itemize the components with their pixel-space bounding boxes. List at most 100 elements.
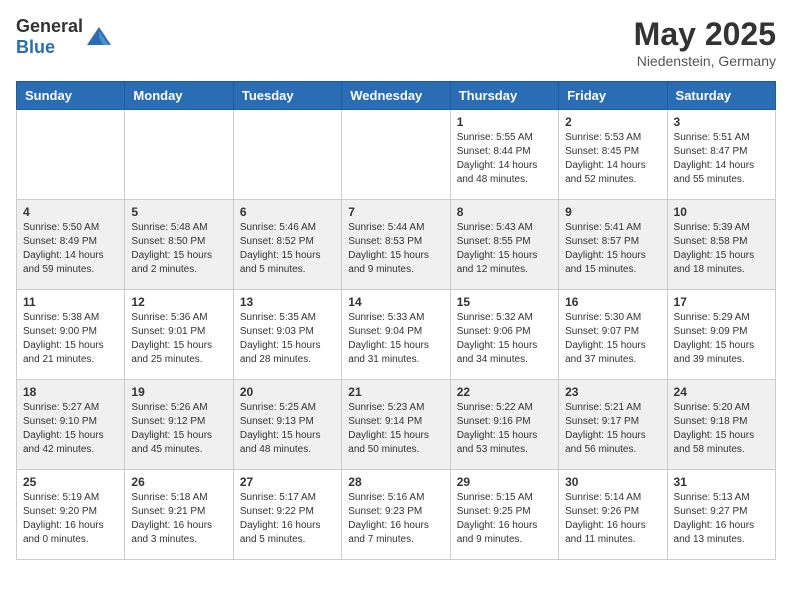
calendar-cell: 15 Sunrise: 5:32 AM Sunset: 9:06 PM Dayli… [450,290,558,380]
calendar-week-row: 4 Sunrise: 5:50 AM Sunset: 8:49 PM Daylig… [17,200,776,290]
calendar-cell: 12Sunrise: 5:36 AM Sunset: 9:01 PM Dayli… [125,290,233,380]
calendar-week-row: 11Sunrise: 5:38 AM Sunset: 9:00 PM Dayli… [17,290,776,380]
weekday-header-thursday: Thursday [450,82,558,110]
day-number: 18 [23,385,118,399]
calendar-cell: 9Sunrise: 5:41 AM Sunset: 8:57 PM Daylig… [559,200,667,290]
calendar-table: SundayMondayTuesdayWednesdayThursdayFrid… [16,81,776,560]
day-number: 17 [674,295,769,309]
day-info: Sunrise: 5:39 AM Sunset: 8:58 PM Dayligh… [674,221,769,277]
day-number: 23 [565,385,660,399]
day-info: Sunrise: 5:27 AM Sunset: 9:10 PM Dayligh… [23,401,118,457]
day-number: 24 [674,385,769,399]
day-number: 29 [457,475,552,489]
calendar-week-row: 25 Sunrise: 5:19 AM Sunset: 9:20 PM Dayli… [17,470,776,560]
day-number: 2 [565,115,660,129]
day-number: 4 [23,205,118,219]
calendar-cell: 29 Sunrise: 5:15 AM Sunset: 9:25 PM Dayli… [450,470,558,560]
calendar-cell: 18 Sunrise: 5:27 AM Sunset: 9:10 PM Dayli… [17,380,125,470]
day-number: 19 [131,385,226,399]
weekday-header-sunday: Sunday [17,82,125,110]
day-number: 1 [457,115,552,129]
day-number: 6 [240,205,335,219]
calendar-cell: 17 Sunrise: 5:29 AM Sunset: 9:09 PM Dayli… [667,290,775,380]
calendar-cell: 31 Sunrise: 5:13 AM Sunset: 9:27 PM Dayli… [667,470,775,560]
day-info: Sunrise: 5:51 AM Sunset: 8:47 PM Dayligh… [674,131,769,187]
day-number: 28 [348,475,443,489]
calendar-cell: 27Sunrise: 5:17 AM Sunset: 9:22 PM Dayli… [233,470,341,560]
calendar-cell: 20Sunrise: 5:25 AM Sunset: 9:13 PM Dayli… [233,380,341,470]
calendar-cell: 11Sunrise: 5:38 AM Sunset: 9:00 PM Dayli… [17,290,125,380]
calendar-cell [233,110,341,200]
day-info: Sunrise: 5:53 AM Sunset: 8:45 PM Dayligh… [565,131,660,187]
calendar-cell: 23Sunrise: 5:21 AM Sunset: 9:17 PM Dayli… [559,380,667,470]
weekday-header-row: SundayMondayTuesdayWednesdayThursdayFrid… [17,82,776,110]
calendar-cell: 28 Sunrise: 5:16 AM Sunset: 9:23 PM Dayli… [342,470,450,560]
day-info: Sunrise: 5:19 AM Sunset: 9:20 PM Dayligh… [23,491,118,547]
day-info: Sunrise: 5:20 AM Sunset: 9:18 PM Dayligh… [674,401,769,457]
weekday-header-monday: Monday [125,82,233,110]
location-subtitle: Niedenstein, Germany [634,53,776,69]
day-info: Sunrise: 5:23 AM Sunset: 9:14 PM Dayligh… [348,401,443,457]
calendar-cell: 13Sunrise: 5:35 AM Sunset: 9:03 PM Dayli… [233,290,341,380]
day-number: 7 [348,205,443,219]
weekday-header-friday: Friday [559,82,667,110]
logo: General Blue [16,16,113,58]
day-number: 21 [348,385,443,399]
day-info: Sunrise: 5:18 AM Sunset: 9:21 PM Dayligh… [131,491,226,547]
day-number: 22 [457,385,552,399]
day-info: Sunrise: 5:22 AM Sunset: 9:16 PM Dayligh… [457,401,552,457]
day-info: Sunrise: 5:13 AM Sunset: 9:27 PM Dayligh… [674,491,769,547]
day-number: 8 [457,205,552,219]
day-info: Sunrise: 5:50 AM Sunset: 8:49 PM Dayligh… [23,221,118,277]
calendar-cell: 10 Sunrise: 5:39 AM Sunset: 8:58 PM Dayli… [667,200,775,290]
day-info: Sunrise: 5:25 AM Sunset: 9:13 PM Dayligh… [240,401,335,457]
day-number: 16 [565,295,660,309]
day-info: Sunrise: 5:29 AM Sunset: 9:09 PM Dayligh… [674,311,769,367]
month-year-title: May 2025 [634,16,776,53]
day-info: Sunrise: 5:43 AM Sunset: 8:55 PM Dayligh… [457,221,552,277]
day-info: Sunrise: 5:38 AM Sunset: 9:00 PM Dayligh… [23,311,118,367]
day-info: Sunrise: 5:32 AM Sunset: 9:06 PM Dayligh… [457,311,552,367]
calendar-week-row: 1 Sunrise: 5:55 AM Sunset: 8:44 PM Daylig… [17,110,776,200]
day-number: 14 [348,295,443,309]
day-info: Sunrise: 5:15 AM Sunset: 9:25 PM Dayligh… [457,491,552,547]
calendar-cell [125,110,233,200]
day-number: 10 [674,205,769,219]
day-info: Sunrise: 5:14 AM Sunset: 9:26 PM Dayligh… [565,491,660,547]
calendar-cell: 22 Sunrise: 5:22 AM Sunset: 9:16 PM Dayli… [450,380,558,470]
day-info: Sunrise: 5:33 AM Sunset: 9:04 PM Dayligh… [348,311,443,367]
day-number: 5 [131,205,226,219]
day-number: 25 [23,475,118,489]
calendar-cell: 3 Sunrise: 5:51 AM Sunset: 8:47 PM Daylig… [667,110,775,200]
weekday-header-saturday: Saturday [667,82,775,110]
calendar-cell: 1 Sunrise: 5:55 AM Sunset: 8:44 PM Daylig… [450,110,558,200]
calendar-cell: 30Sunrise: 5:14 AM Sunset: 9:26 PM Dayli… [559,470,667,560]
day-info: Sunrise: 5:55 AM Sunset: 8:44 PM Dayligh… [457,131,552,187]
calendar-cell: 4 Sunrise: 5:50 AM Sunset: 8:49 PM Daylig… [17,200,125,290]
day-number: 31 [674,475,769,489]
day-info: Sunrise: 5:16 AM Sunset: 9:23 PM Dayligh… [348,491,443,547]
day-info: Sunrise: 5:30 AM Sunset: 9:07 PM Dayligh… [565,311,660,367]
day-number: 26 [131,475,226,489]
day-info: Sunrise: 5:26 AM Sunset: 9:12 PM Dayligh… [131,401,226,457]
day-number: 12 [131,295,226,309]
calendar-cell: 26 Sunrise: 5:18 AM Sunset: 9:21 PM Dayli… [125,470,233,560]
calendar-cell: 25 Sunrise: 5:19 AM Sunset: 9:20 PM Dayli… [17,470,125,560]
logo-text: General Blue [16,16,83,58]
day-info: Sunrise: 5:44 AM Sunset: 8:53 PM Dayligh… [348,221,443,277]
day-info: Sunrise: 5:41 AM Sunset: 8:57 PM Dayligh… [565,221,660,277]
calendar-cell: 2 Sunrise: 5:53 AM Sunset: 8:45 PM Daylig… [559,110,667,200]
day-number: 3 [674,115,769,129]
weekday-header-wednesday: Wednesday [342,82,450,110]
calendar-cell: 19 Sunrise: 5:26 AM Sunset: 9:12 PM Dayli… [125,380,233,470]
page-header: General Blue May 2025 Niedenstein, Germa… [16,16,776,69]
weekday-header-tuesday: Tuesday [233,82,341,110]
calendar-cell: 24 Sunrise: 5:20 AM Sunset: 9:18 PM Dayli… [667,380,775,470]
calendar-cell: 5Sunrise: 5:48 AM Sunset: 8:50 PM Daylig… [125,200,233,290]
logo-general: General [16,16,83,36]
day-info: Sunrise: 5:46 AM Sunset: 8:52 PM Dayligh… [240,221,335,277]
day-number: 15 [457,295,552,309]
title-block: May 2025 Niedenstein, Germany [634,16,776,69]
calendar-cell [17,110,125,200]
logo-blue: Blue [16,37,55,57]
